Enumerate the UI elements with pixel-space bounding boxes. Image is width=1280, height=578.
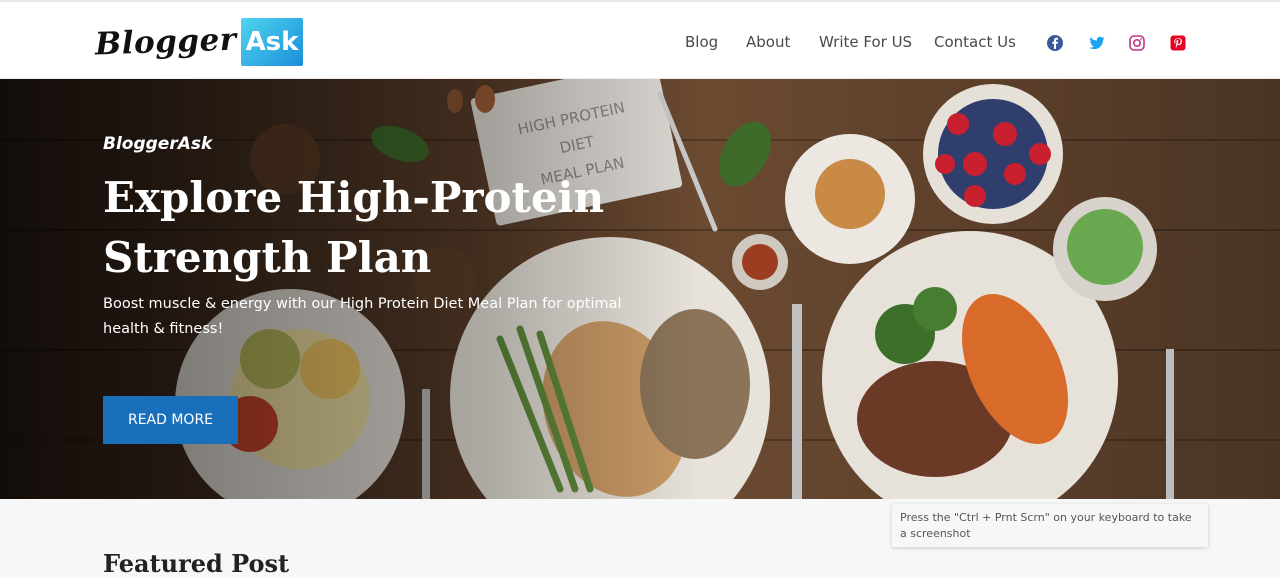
nav-link-contact-us[interactable]: Contact Us xyxy=(934,33,1016,51)
hero-kicker: BloggerAsk xyxy=(103,134,213,154)
nav-link-blog[interactable]: Blog xyxy=(685,33,718,51)
hero-banner: HIGH PROTEIN DIET MEAL PLAN xyxy=(0,79,1280,499)
nav-link-write-for-us[interactable]: Write For US xyxy=(819,33,912,51)
hero-title: Explore High-Protein Strength Plan xyxy=(103,173,605,282)
section-heading: Featured Post xyxy=(103,549,290,578)
site-logo[interactable]: Blogger Ask xyxy=(94,18,304,66)
twitter-icon[interactable] xyxy=(1088,34,1106,52)
facebook-icon[interactable] xyxy=(1046,34,1064,52)
screenshot-tooltip: Press the "Ctrl + Prnt Scrn" on your key… xyxy=(892,504,1208,547)
hero-description: Boost muscle & energy with our High Prot… xyxy=(103,296,622,337)
logo-text-ask: Ask xyxy=(240,18,304,66)
instagram-icon[interactable] xyxy=(1128,34,1146,52)
pinterest-icon[interactable] xyxy=(1169,34,1187,52)
site-header: Blogger Ask Blog About Write For US Cont… xyxy=(0,0,1280,79)
read-more-button[interactable]: READ MORE xyxy=(103,396,238,444)
logo-text-blogger: Blogger xyxy=(94,21,238,63)
nav-link-about[interactable]: About xyxy=(746,33,790,51)
